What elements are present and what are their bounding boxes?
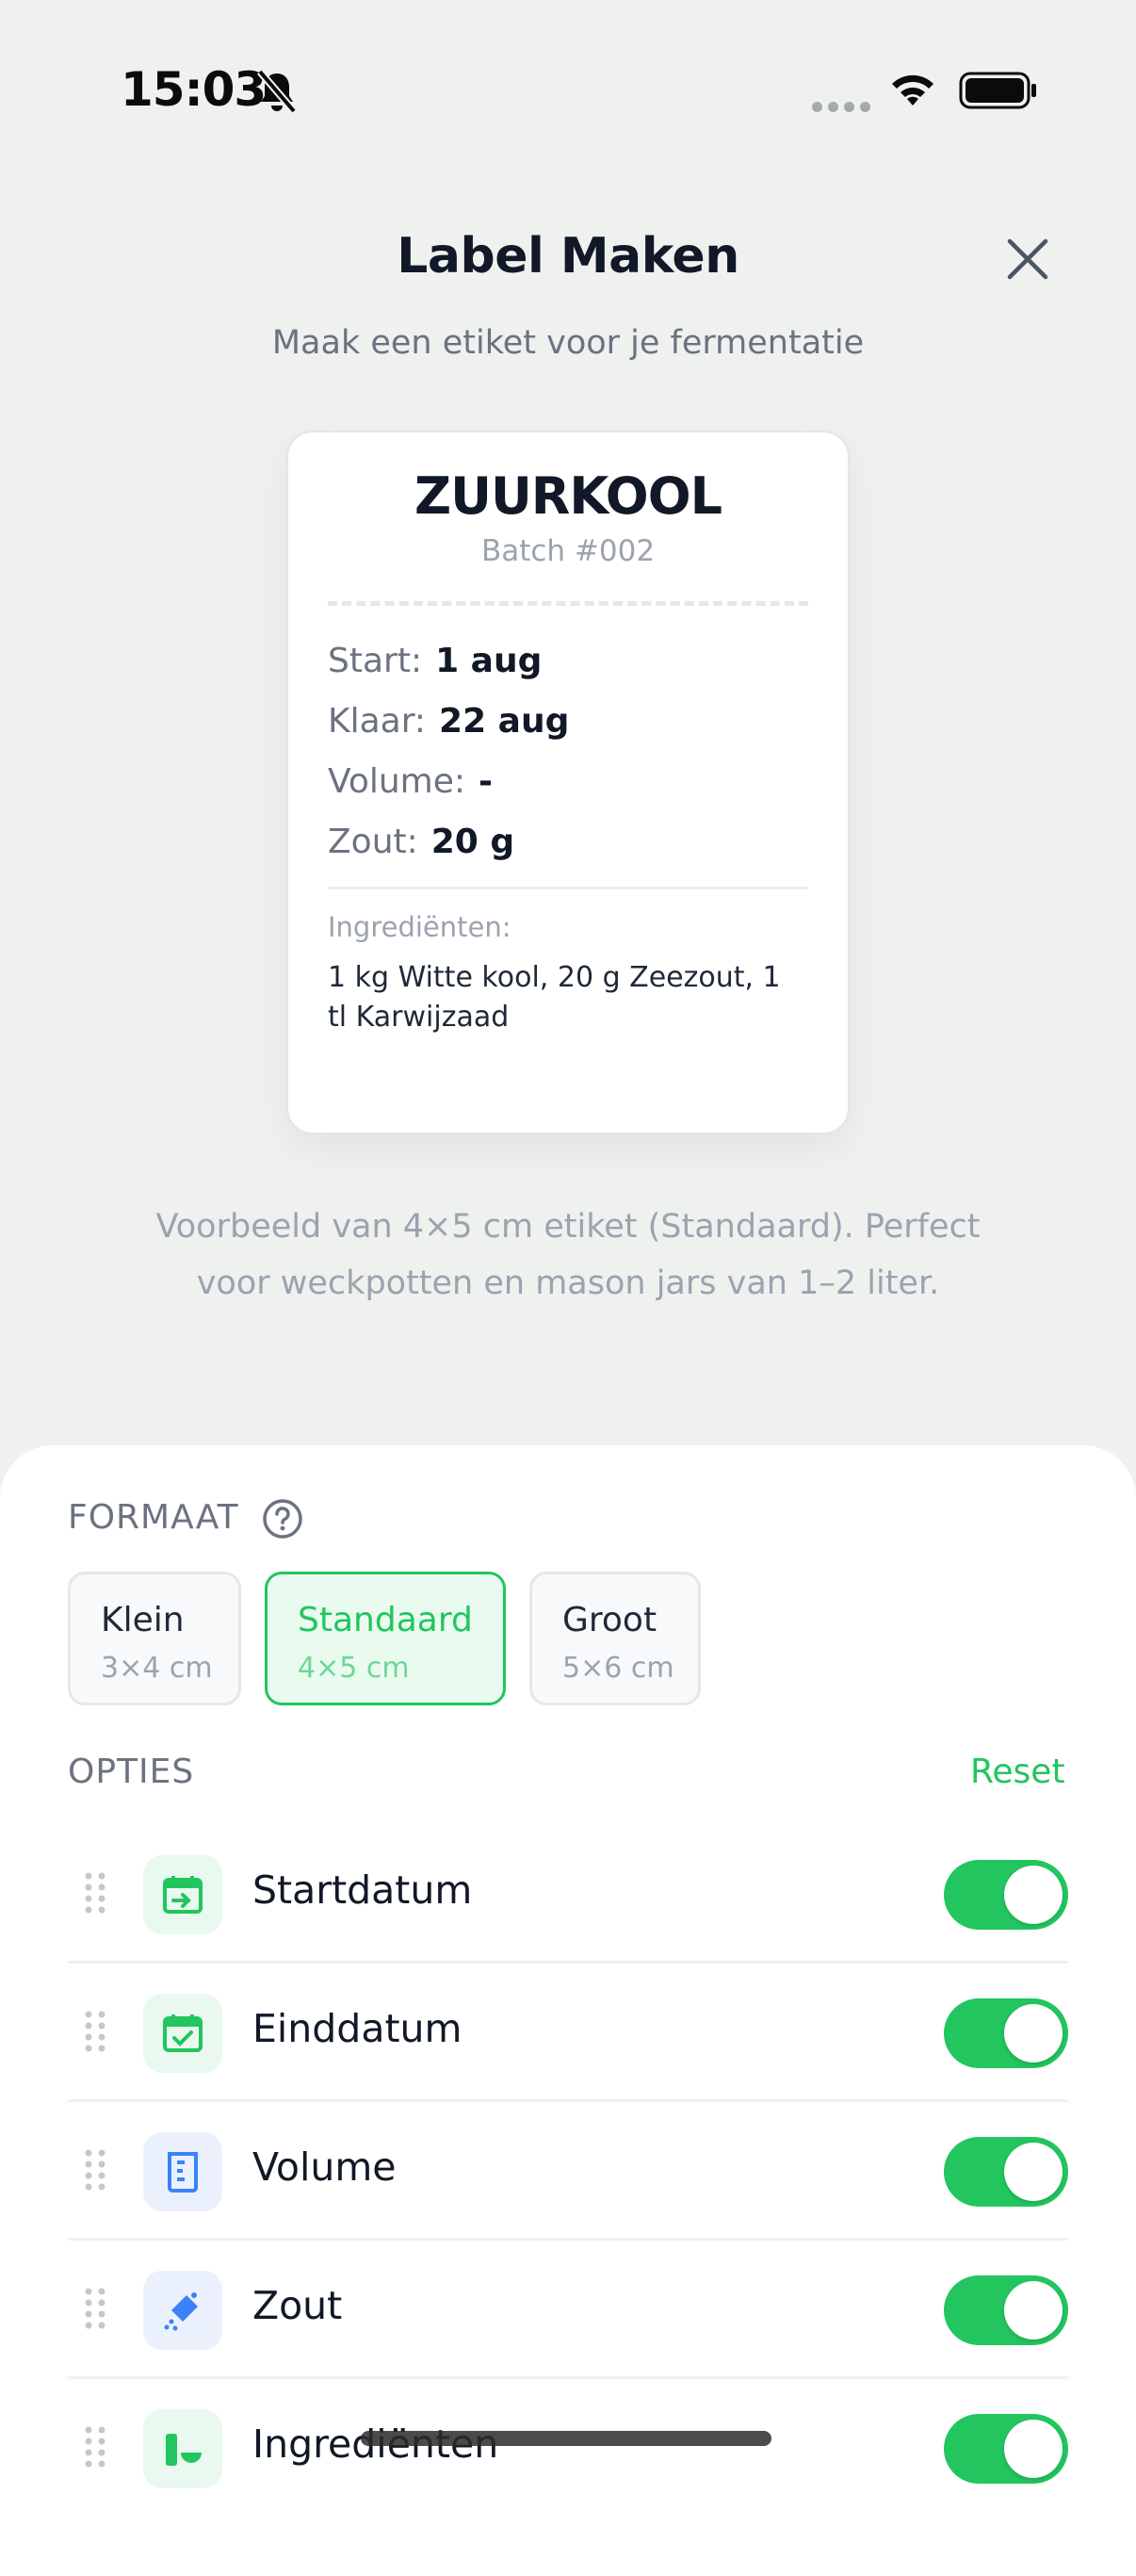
page-title: Label Maken xyxy=(397,228,739,285)
status-bar: 15:03 xyxy=(0,0,1136,179)
format-option-name: Standaard xyxy=(298,1601,473,1639)
label-row-key: Start: xyxy=(328,642,423,680)
signal-dots-icon xyxy=(812,98,876,116)
label-row-salt: Zout: 20 g xyxy=(328,823,514,861)
toggle-volume[interactable] xyxy=(944,2137,1068,2207)
label-row-end: Klaar: 22 aug xyxy=(328,702,569,741)
label-row-volume: Volume: - xyxy=(328,762,493,801)
calendar-start-icon xyxy=(143,1855,222,1934)
row-divider xyxy=(68,2099,1068,2102)
label-product-name: ZUURKOOL xyxy=(414,466,722,526)
label-row-key: Volume: xyxy=(328,762,466,801)
label-row-value: 22 aug xyxy=(439,702,570,741)
wifi-icon xyxy=(892,74,933,106)
label-batch: Batch #002 xyxy=(480,534,656,568)
row-divider xyxy=(68,2376,1068,2379)
drag-handle-icon[interactable] xyxy=(81,2424,109,2470)
home-indicator xyxy=(361,2431,771,2446)
format-option-size: 4×5 cm xyxy=(298,1652,410,1685)
close-icon[interactable] xyxy=(1004,236,1051,283)
format-section-label: FORMAAT xyxy=(68,1498,239,1537)
format-option-klein[interactable]: Klein 3×4 cm xyxy=(68,1572,241,1705)
format-option-groot[interactable]: Groot 5×6 cm xyxy=(529,1572,701,1705)
beaker-icon xyxy=(143,2132,222,2211)
option-label: Volume xyxy=(252,2144,397,2190)
toggle-ingredienten[interactable] xyxy=(944,2414,1068,2484)
label-dashed-divider xyxy=(328,601,808,606)
reset-button[interactable]: Reset xyxy=(970,1753,1065,1791)
label-row-value: 20 g xyxy=(430,823,515,861)
toggle-startdatum[interactable] xyxy=(944,1860,1068,1930)
row-divider xyxy=(68,2238,1068,2241)
option-label: Startdatum xyxy=(252,1867,473,1913)
page-subtitle: Maak een etiket voor je fermentatie xyxy=(271,324,865,362)
row-divider xyxy=(68,1961,1068,1964)
label-row-start: Start: 1 aug xyxy=(328,642,542,680)
toggle-zout[interactable] xyxy=(944,2275,1068,2345)
format-option-size: 3×4 cm xyxy=(101,1652,213,1685)
salt-shaker-icon xyxy=(143,2271,222,2350)
option-label: Einddatum xyxy=(252,2006,463,2051)
label-divider xyxy=(328,887,808,889)
drag-handle-icon[interactable] xyxy=(81,1870,109,1916)
label-ingredients-text: 1 kg Witte kool, 20 g Zeezout, 1 tl Karw… xyxy=(328,961,781,1034)
label-row-value: - xyxy=(479,762,493,801)
calendar-check-icon xyxy=(143,1994,222,2073)
drag-handle-icon[interactable] xyxy=(81,2147,109,2193)
format-option-standaard[interactable]: Standaard 4×5 cm xyxy=(265,1572,506,1705)
battery-icon xyxy=(959,72,1036,109)
option-row-startdatum: Startdatum xyxy=(68,1826,1068,1964)
option-row-zout: Zout xyxy=(68,2242,1068,2379)
preview-caption: Voorbeeld van 4×5 cm etiket (Standaard).… xyxy=(155,1208,981,1302)
label-row-key: Zout: xyxy=(328,823,418,861)
label-preview-card: ZUURKOOL Batch #002 Start: 1 aug Klaar: 22… xyxy=(286,431,850,1134)
help-icon[interactable] xyxy=(261,1497,304,1541)
option-label: Zout xyxy=(252,2283,343,2328)
option-row-einddatum: Einddatum xyxy=(68,1965,1068,2102)
options-section-label: OPTIES xyxy=(68,1753,195,1791)
option-row-volume: Volume xyxy=(68,2103,1068,2241)
label-ingredients-heading: Ingrediënten: xyxy=(328,911,511,943)
drag-handle-icon[interactable] xyxy=(81,2286,109,2331)
format-option-name: Klein xyxy=(101,1601,185,1639)
label-row-value: 1 aug xyxy=(435,642,543,680)
drag-handle-icon[interactable] xyxy=(81,2009,109,2054)
option-row-ingredienten: Ingrediënten xyxy=(68,2380,1068,2518)
status-time: 15:03 xyxy=(121,62,267,117)
label-row-key: Klaar: xyxy=(328,702,427,741)
ingredients-icon xyxy=(143,2409,222,2488)
format-option-name: Groot xyxy=(562,1601,657,1639)
format-option-size: 5×6 cm xyxy=(562,1652,674,1685)
toggle-einddatum[interactable] xyxy=(944,1998,1068,2068)
bell-muted-icon xyxy=(256,69,298,114)
